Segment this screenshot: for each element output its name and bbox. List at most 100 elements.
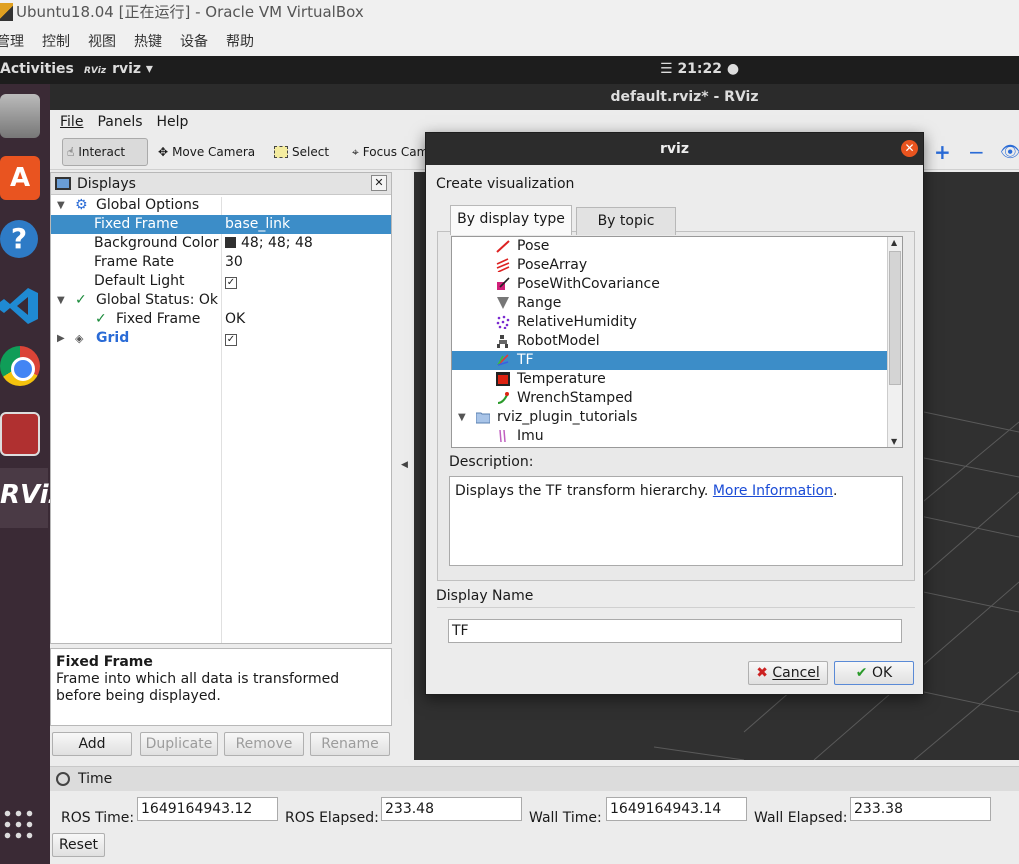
terminator-icon[interactable] (0, 412, 40, 456)
focus-camera-tool-button[interactable]: ⌖ Focus Cam (348, 138, 428, 166)
ros-elapsed-field[interactable]: 233.48 (381, 797, 522, 821)
interact-tool-button[interactable]: ☝ Interact (62, 138, 148, 166)
checkbox[interactable]: ✓ (225, 277, 237, 289)
software-center-icon[interactable]: A (0, 156, 40, 200)
help-icon[interactable]: ? (0, 220, 38, 258)
panel-splitter[interactable]: ◀ (396, 172, 414, 760)
menu-file[interactable]: File (60, 114, 83, 130)
collapse-arrow-icon[interactable]: ▶ (57, 329, 65, 348)
list-item-posewithcovariance[interactable]: PoseWithCovariance (452, 275, 887, 294)
rviz-menubar: File Panels Help (50, 110, 1019, 134)
list-item-range[interactable]: Range (452, 294, 887, 313)
posewithcovariance-icon (497, 277, 510, 290)
tree-row-status-fixed-frame[interactable]: ✓ Fixed Frame OK (51, 310, 391, 329)
vbox-menu-control[interactable]: 控制 (42, 28, 70, 56)
close-icon[interactable]: ✕ (901, 140, 918, 157)
clock[interactable]: ☰ 21:22 ● (660, 61, 739, 77)
ok-button[interactable]: ✔ OK (834, 661, 914, 685)
chrome-icon[interactable] (0, 346, 40, 386)
scroll-up-icon[interactable]: ▲ (891, 238, 897, 247)
display-name-input[interactable]: TF (448, 619, 902, 643)
vscode-icon[interactable] (0, 284, 40, 328)
vbox-menu-help[interactable]: 帮助 (226, 28, 254, 56)
list-item-robotmodel[interactable]: RobotModel (452, 332, 887, 351)
add-tool-icon[interactable]: + (930, 138, 951, 166)
vbox-menu-manage[interactable]: 管理 (0, 28, 24, 56)
scrollbar-thumb[interactable] (889, 251, 901, 385)
close-icon[interactable]: ✕ (371, 175, 387, 191)
tree-row-default-light[interactable]: Default Light ✓ (51, 272, 391, 291)
add-button[interactable]: Add (52, 732, 132, 756)
wall-time-field[interactable]: 1649164943.14 (606, 797, 747, 821)
ubuntu-dock: A ? RViz (0, 84, 64, 864)
tab-by-display-type[interactable]: By display type (450, 205, 572, 235)
select-tool-button[interactable]: Select (270, 138, 329, 166)
checkbox[interactable]: ✓ (225, 334, 237, 346)
tree-row-frame-rate[interactable]: Frame Rate 30 (51, 253, 391, 272)
list-item-pose[interactable]: Pose (452, 237, 887, 256)
displays-title: Displays (77, 176, 136, 192)
move-camera-tool-button[interactable]: ✥ Move Camera (154, 138, 255, 166)
eye-icon[interactable]: 👁 (996, 138, 1019, 166)
hand-icon: ☝ (67, 145, 75, 159)
cancel-button[interactable]: ✖ Cancel (748, 661, 828, 685)
tree-row-global-status[interactable]: ▼ ✓ Global Status: Ok (51, 291, 391, 310)
list-item-label: Pose (517, 238, 550, 254)
tree-row-grid[interactable]: ▶ ◈ Grid ✓ (51, 329, 391, 348)
vbox-menu-hotkeys[interactable]: 热键 (134, 28, 162, 56)
ros-elapsed-label: ROS Elapsed: (285, 810, 379, 826)
tree-row-background-color[interactable]: Background Color 48; 48; 48 (51, 234, 391, 253)
menu-help[interactable]: Help (157, 114, 189, 130)
app-menu[interactable]: RViz rviz ▾ (84, 61, 153, 77)
files-icon[interactable] (0, 94, 40, 138)
tree-row-global-options[interactable]: ▼ ⚙ Global Options (51, 196, 391, 215)
tree-row-fixed-frame[interactable]: Fixed Frame base_link (51, 215, 391, 234)
vbox-window-title: Ubuntu18.04 [正在运行] - Oracle VM VirtualBo… (16, 3, 364, 21)
duplicate-button[interactable]: Duplicate (140, 732, 218, 756)
list-item-imu[interactable]: Imu (452, 427, 887, 446)
expand-arrow-icon[interactable]: ▼ (57, 196, 65, 215)
tree-value[interactable]: ✓ (225, 329, 237, 348)
list-item-label: Imu (517, 428, 544, 444)
display-type-list[interactable]: Pose PoseArray PoseWithCovariance Range … (451, 236, 903, 448)
remove-tool-icon[interactable]: − (964, 138, 985, 166)
remove-button[interactable]: Remove (224, 732, 304, 756)
move-camera-label: Move Camera (172, 145, 256, 159)
reset-button[interactable]: Reset (52, 833, 105, 857)
add-display-dialog: rviz ✕ Create visualization Pose PoseArr… (425, 132, 924, 695)
more-information-link[interactable]: More Information (713, 483, 833, 499)
vbox-menu-devices[interactable]: 设备 (180, 28, 208, 56)
rename-button[interactable]: Rename (310, 732, 390, 756)
expand-arrow-icon[interactable]: ▼ (458, 408, 466, 427)
tab-by-topic[interactable]: By topic (576, 207, 676, 235)
create-visualization-label: Create visualization (436, 176, 575, 192)
vbox-menu-view[interactable]: 视图 (88, 28, 116, 56)
range-icon (497, 297, 509, 309)
ros-time-field[interactable]: 1649164943.12 (137, 797, 278, 821)
tree-value[interactable]: ✓ (225, 272, 237, 291)
list-item-wrenchstamped[interactable]: WrenchStamped (452, 389, 887, 408)
list-item-tf[interactable]: TF (452, 351, 887, 370)
menu-panels[interactable]: Panels (97, 114, 142, 130)
checkmark-icon: ✓ (95, 311, 107, 327)
temperature-icon (496, 372, 510, 386)
list-item-rviz-plugin-tutorials[interactable]: ▼ rviz_plugin_tutorials (452, 408, 887, 427)
wall-elapsed-field[interactable]: 233.38 (850, 797, 991, 821)
time-panel-header: Time (50, 767, 1019, 791)
property-description: Fixed Frame Frame into which all data is… (50, 648, 392, 726)
scroll-down-icon[interactable]: ▼ (891, 437, 897, 446)
list-item-temperature[interactable]: Temperature (452, 370, 887, 389)
cancel-x-icon: ✖ (756, 665, 768, 681)
list-item-posearray[interactable]: PoseArray (452, 256, 887, 275)
tree-value[interactable]: 30 (225, 253, 243, 272)
list-item-relativehumidity[interactable]: RelativeHumidity (452, 313, 887, 332)
collapse-left-icon[interactable]: ◀ (401, 460, 408, 470)
list-scrollbar[interactable]: ▲ ▼ (887, 237, 902, 447)
tree-value[interactable]: 48; 48; 48 (225, 234, 313, 253)
activities-button[interactable]: Activities (0, 61, 74, 77)
expand-arrow-icon[interactable]: ▼ (57, 291, 65, 310)
list-item-label: TF (517, 352, 534, 368)
tree-value[interactable]: base_link (225, 215, 290, 234)
rviz-dock-icon[interactable]: RViz (0, 468, 64, 528)
show-applications-icon[interactable] (2, 808, 36, 842)
